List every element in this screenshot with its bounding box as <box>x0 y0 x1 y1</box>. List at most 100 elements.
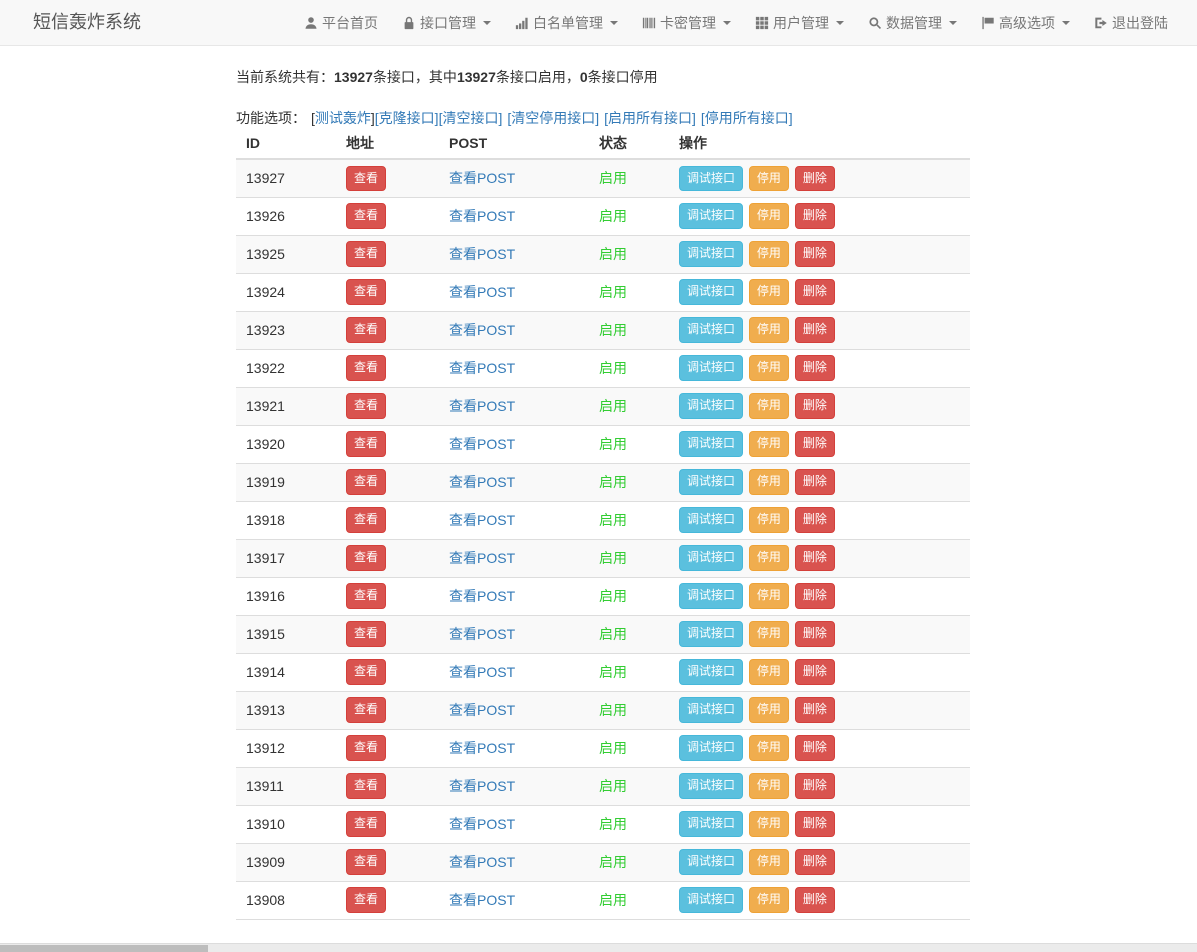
view-address-button[interactable]: 查看 <box>346 507 386 532</box>
delete-button[interactable]: 删除 <box>795 431 835 456</box>
nav-item-advanced-options[interactable]: 高级选项 <box>969 0 1082 45</box>
view-address-button[interactable]: 查看 <box>346 241 386 266</box>
disable-button[interactable]: 停用 <box>749 166 789 191</box>
disable-button[interactable]: 停用 <box>749 203 789 228</box>
view-address-button[interactable]: 查看 <box>346 166 386 191</box>
debug-api-button[interactable]: 调试接口 <box>679 545 743 570</box>
disable-button[interactable]: 停用 <box>749 659 789 684</box>
disable-all-api-link[interactable]: [停用所有接口] <box>701 110 793 126</box>
view-post-link[interactable]: 查看POST <box>449 360 515 376</box>
disable-button[interactable]: 停用 <box>749 469 789 494</box>
view-address-button[interactable]: 查看 <box>346 697 386 722</box>
debug-api-button[interactable]: 调试接口 <box>679 279 743 304</box>
nav-item-logout[interactable]: 退出登陆 <box>1082 0 1180 45</box>
clear-api-link[interactable]: [清空接口] <box>439 110 503 126</box>
nav-item-whitelist-management[interactable]: 白名单管理 <box>503 0 630 45</box>
delete-button[interactable]: 删除 <box>795 469 835 494</box>
debug-api-button[interactable]: 调试接口 <box>679 393 743 418</box>
view-address-button[interactable]: 查看 <box>346 393 386 418</box>
delete-button[interactable]: 删除 <box>795 887 835 912</box>
clone-api-link[interactable]: [克隆接口] <box>375 110 439 126</box>
disable-button[interactable]: 停用 <box>749 621 789 646</box>
disable-button[interactable]: 停用 <box>749 811 789 836</box>
view-address-button[interactable]: 查看 <box>346 621 386 646</box>
view-post-link[interactable]: 查看POST <box>449 474 515 490</box>
view-post-link[interactable]: 查看POST <box>449 322 515 338</box>
delete-button[interactable]: 删除 <box>795 241 835 266</box>
view-post-link[interactable]: 查看POST <box>449 854 515 870</box>
disable-button[interactable]: 停用 <box>749 431 789 456</box>
view-address-button[interactable]: 查看 <box>346 583 386 608</box>
view-post-link[interactable]: 查看POST <box>449 778 515 794</box>
delete-button[interactable]: 删除 <box>795 317 835 342</box>
nav-item-api-management[interactable]: 接口管理 <box>390 0 503 45</box>
delete-button[interactable]: 删除 <box>795 279 835 304</box>
view-post-link[interactable]: 查看POST <box>449 398 515 414</box>
view-address-button[interactable]: 查看 <box>346 203 386 228</box>
view-address-button[interactable]: 查看 <box>346 355 386 380</box>
delete-button[interactable]: 删除 <box>795 545 835 570</box>
delete-button[interactable]: 删除 <box>795 735 835 760</box>
view-address-button[interactable]: 查看 <box>346 469 386 494</box>
test-bomb-link[interactable]: 测试轰炸 <box>315 110 371 126</box>
view-address-button[interactable]: 查看 <box>346 735 386 760</box>
debug-api-button[interactable]: 调试接口 <box>679 887 743 912</box>
delete-button[interactable]: 删除 <box>795 773 835 798</box>
debug-api-button[interactable]: 调试接口 <box>679 621 743 646</box>
delete-button[interactable]: 删除 <box>795 659 835 684</box>
delete-button[interactable]: 删除 <box>795 507 835 532</box>
debug-api-button[interactable]: 调试接口 <box>679 735 743 760</box>
nav-item-data-management[interactable]: 数据管理 <box>856 0 969 45</box>
delete-button[interactable]: 删除 <box>795 849 835 874</box>
view-post-link[interactable]: 查看POST <box>449 664 515 680</box>
delete-button[interactable]: 删除 <box>795 355 835 380</box>
clear-disabled-api-link[interactable]: [清空停用接口] <box>507 110 599 126</box>
nav-item-home[interactable]: 平台首页 <box>292 0 390 45</box>
delete-button[interactable]: 删除 <box>795 697 835 722</box>
debug-api-button[interactable]: 调试接口 <box>679 166 743 191</box>
view-post-link[interactable]: 查看POST <box>449 436 515 452</box>
delete-button[interactable]: 删除 <box>795 166 835 191</box>
disable-button[interactable]: 停用 <box>749 849 789 874</box>
delete-button[interactable]: 删除 <box>795 583 835 608</box>
disable-button[interactable]: 停用 <box>749 735 789 760</box>
view-post-link[interactable]: 查看POST <box>449 512 515 528</box>
enable-all-api-link[interactable]: [启用所有接口] <box>604 110 696 126</box>
debug-api-button[interactable]: 调试接口 <box>679 431 743 456</box>
debug-api-button[interactable]: 调试接口 <box>679 317 743 342</box>
disable-button[interactable]: 停用 <box>749 773 789 798</box>
view-address-button[interactable]: 查看 <box>346 545 386 570</box>
disable-button[interactable]: 停用 <box>749 507 789 532</box>
disable-button[interactable]: 停用 <box>749 317 789 342</box>
app-title[interactable]: 短信轰炸系统 <box>33 0 141 45</box>
debug-api-button[interactable]: 调试接口 <box>679 849 743 874</box>
disable-button[interactable]: 停用 <box>749 583 789 608</box>
disable-button[interactable]: 停用 <box>749 355 789 380</box>
view-post-link[interactable]: 查看POST <box>449 816 515 832</box>
debug-api-button[interactable]: 调试接口 <box>679 469 743 494</box>
horizontal-scrollbar-track[interactable] <box>0 943 1197 952</box>
view-address-button[interactable]: 查看 <box>346 887 386 912</box>
view-post-link[interactable]: 查看POST <box>449 702 515 718</box>
view-post-link[interactable]: 查看POST <box>449 892 515 908</box>
disable-button[interactable]: 停用 <box>749 545 789 570</box>
view-post-link[interactable]: 查看POST <box>449 208 515 224</box>
view-address-button[interactable]: 查看 <box>346 773 386 798</box>
view-address-button[interactable]: 查看 <box>346 811 386 836</box>
debug-api-button[interactable]: 调试接口 <box>679 773 743 798</box>
debug-api-button[interactable]: 调试接口 <box>679 811 743 836</box>
disable-button[interactable]: 停用 <box>749 241 789 266</box>
delete-button[interactable]: 删除 <box>795 393 835 418</box>
view-address-button[interactable]: 查看 <box>346 659 386 684</box>
disable-button[interactable]: 停用 <box>749 887 789 912</box>
view-post-link[interactable]: 查看POST <box>449 588 515 604</box>
view-post-link[interactable]: 查看POST <box>449 740 515 756</box>
disable-button[interactable]: 停用 <box>749 279 789 304</box>
nav-item-card-management[interactable]: 卡密管理 <box>630 0 743 45</box>
view-address-button[interactable]: 查看 <box>346 849 386 874</box>
view-post-link[interactable]: 查看POST <box>449 284 515 300</box>
debug-api-button[interactable]: 调试接口 <box>679 697 743 722</box>
debug-api-button[interactable]: 调试接口 <box>679 507 743 532</box>
disable-button[interactable]: 停用 <box>749 697 789 722</box>
debug-api-button[interactable]: 调试接口 <box>679 659 743 684</box>
